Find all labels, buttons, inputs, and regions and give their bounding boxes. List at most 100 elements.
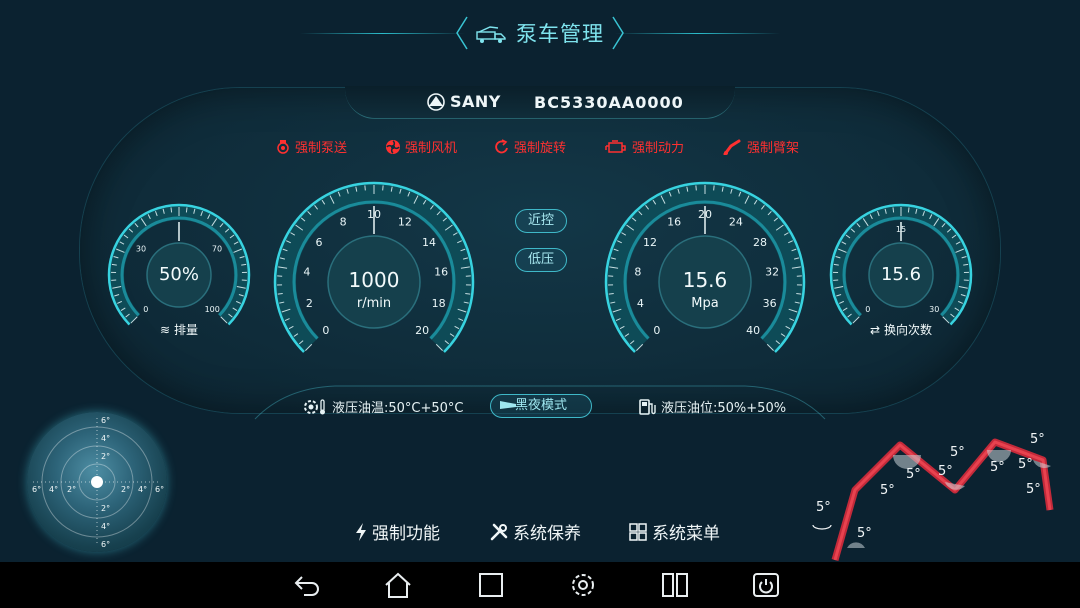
switch-count-label-text: 换向次数 (883, 323, 932, 337)
pressure-value: 15.6 (682, 268, 728, 292)
rotate-icon (495, 139, 508, 154)
gauge-tick-label: 0 (653, 324, 660, 337)
force-function-label: 强制功能 (372, 524, 440, 544)
level-indicator-grid (33, 418, 161, 546)
gauge-tick-label: 0 (322, 324, 329, 337)
power-icon[interactable] (751, 571, 781, 599)
engine-icon (605, 140, 626, 153)
night-mode-label: 黑夜模式 (514, 398, 567, 413)
back-icon[interactable] (292, 571, 322, 599)
switch-count-value: 15.6 (880, 264, 922, 285)
pump-truck-icon (476, 25, 508, 49)
boom-angle: 5° (1018, 457, 1033, 472)
boom-icon (723, 139, 741, 156)
low-pressure-button[interactable]: 低压 (515, 248, 567, 272)
boom-angle: 5° (1030, 432, 1045, 447)
app-screen: 泵车管理 SANY BC5330AA0000 强制泵送 强制风机 强制旋转 强制… (0, 0, 1080, 608)
force-function-menu[interactable]: 强制功能 (354, 519, 440, 544)
displacement-label: ≋ 排量 (144, 321, 214, 338)
headlight-icon (500, 401, 516, 409)
fan-icon (386, 140, 400, 154)
level-h-label: 6° (32, 485, 42, 494)
vehicle-model: BC5330AA0000 (534, 93, 684, 112)
gauge-tick-label: 30 (929, 305, 939, 314)
gauge-tick (892, 207, 895, 213)
oil-temp-icon (304, 399, 325, 415)
force-pump-button[interactable]: 强制泵送 (275, 137, 347, 156)
page-title: 泵车管理 (0, 18, 1080, 49)
gauge-tick-label: 6 (315, 236, 322, 249)
grid-icon (629, 523, 647, 541)
gauge-tick-label: 24 (729, 215, 743, 228)
pressure-unit: Mpa (691, 296, 719, 311)
level-v-label: 6° (101, 416, 111, 425)
gauge-tick-label: 20 (415, 324, 429, 337)
force-power-label: 强制动力 (632, 141, 685, 156)
near-control-button[interactable]: 近控 (515, 209, 567, 233)
gauge-tick (170, 207, 173, 213)
page-title-text: 泵车管理 (516, 22, 604, 46)
level-v-label: 4° (101, 434, 111, 443)
force-rotate-label: 强制旋转 (514, 141, 567, 156)
pump-icon (277, 140, 289, 154)
airflow-icon: ≋ (160, 323, 171, 337)
recent-apps-icon[interactable] (476, 571, 506, 599)
level-h-label: 2° (121, 485, 131, 494)
split-screen-icon[interactable] (660, 571, 690, 599)
home-icon[interactable] (383, 571, 413, 599)
gauge-tick-label: 100 (205, 305, 220, 314)
gauge-tick-label: 28 (753, 236, 767, 249)
wrench-icon (490, 523, 508, 541)
level-h-label: 4° (138, 485, 148, 494)
navigation-bar (0, 562, 1080, 608)
gauge-tick (185, 207, 188, 213)
level-h-label: 2° (67, 485, 77, 494)
level-indicator: 6° 4° 2° 2° 4° 6° 6° 4° 2° 2° 4° 6° (27, 412, 167, 552)
force-fan-button[interactable]: 强制风机 (385, 137, 457, 156)
force-boom-button[interactable]: 强制臂架 (723, 137, 799, 156)
gauge-tick-label: 12 (643, 236, 657, 249)
swap-icon: ⇄ (870, 323, 881, 337)
gauge-tick (608, 293, 614, 295)
level-h-label: 4° (49, 485, 59, 494)
gauge-tick-label: 0 (865, 305, 870, 314)
level-h-label: 6° (155, 485, 165, 494)
boom-angle: 5° (906, 467, 921, 482)
force-pump-label: 强制泵送 (295, 141, 348, 156)
gauge-tick (907, 207, 910, 213)
lightning-icon (356, 523, 366, 541)
gauge-tick-label: 16 (667, 215, 681, 228)
gauge-tick-label: 40 (746, 324, 760, 337)
level-v-label: 6° (101, 540, 111, 549)
gauge-tick (277, 293, 283, 295)
rpm-value: 1000 (348, 268, 400, 292)
system-maintenance-label: 系统保养 (513, 524, 581, 544)
boom-angle: 5° (938, 464, 953, 479)
level-v-label: 2° (101, 452, 111, 461)
gauge-tick-label: 12 (398, 215, 412, 228)
force-boom-label: 强制臂架 (747, 141, 800, 156)
oil-level-text: 液压油位:50%+50% (661, 401, 787, 416)
brand-name: SANY (450, 92, 501, 111)
boom-angle: 5° (950, 445, 965, 460)
displacement-label-text: 排量 (173, 323, 198, 337)
gauge-tick-label: 30 (136, 244, 146, 253)
system-maintenance-menu[interactable]: 系统保养 (489, 519, 581, 544)
displacement-value: 50% (158, 264, 199, 285)
gauge-tick (465, 293, 471, 295)
system-menu[interactable]: 系统菜单 (628, 519, 720, 544)
gauge-tick-label: 8 (340, 215, 347, 228)
settings-icon[interactable] (568, 571, 598, 599)
boom-angle: 5° (1026, 482, 1041, 497)
force-power-button[interactable]: 强制动力 (604, 137, 684, 156)
system-menu-label: 系统菜单 (652, 524, 720, 544)
boom-diagram (812, 438, 1054, 561)
gauge-tick-label: 0 (143, 305, 148, 314)
gauge-tick (796, 293, 802, 295)
oil-temp-text: 液压油温:50°C+50°C (332, 401, 464, 416)
fuel-icon (639, 399, 656, 415)
level-v-label: 2° (101, 504, 111, 513)
force-rotate-button[interactable]: 强制旋转 (494, 137, 566, 156)
gauge-tick-label: 70 (212, 244, 222, 253)
rotate-icon (812, 524, 832, 530)
